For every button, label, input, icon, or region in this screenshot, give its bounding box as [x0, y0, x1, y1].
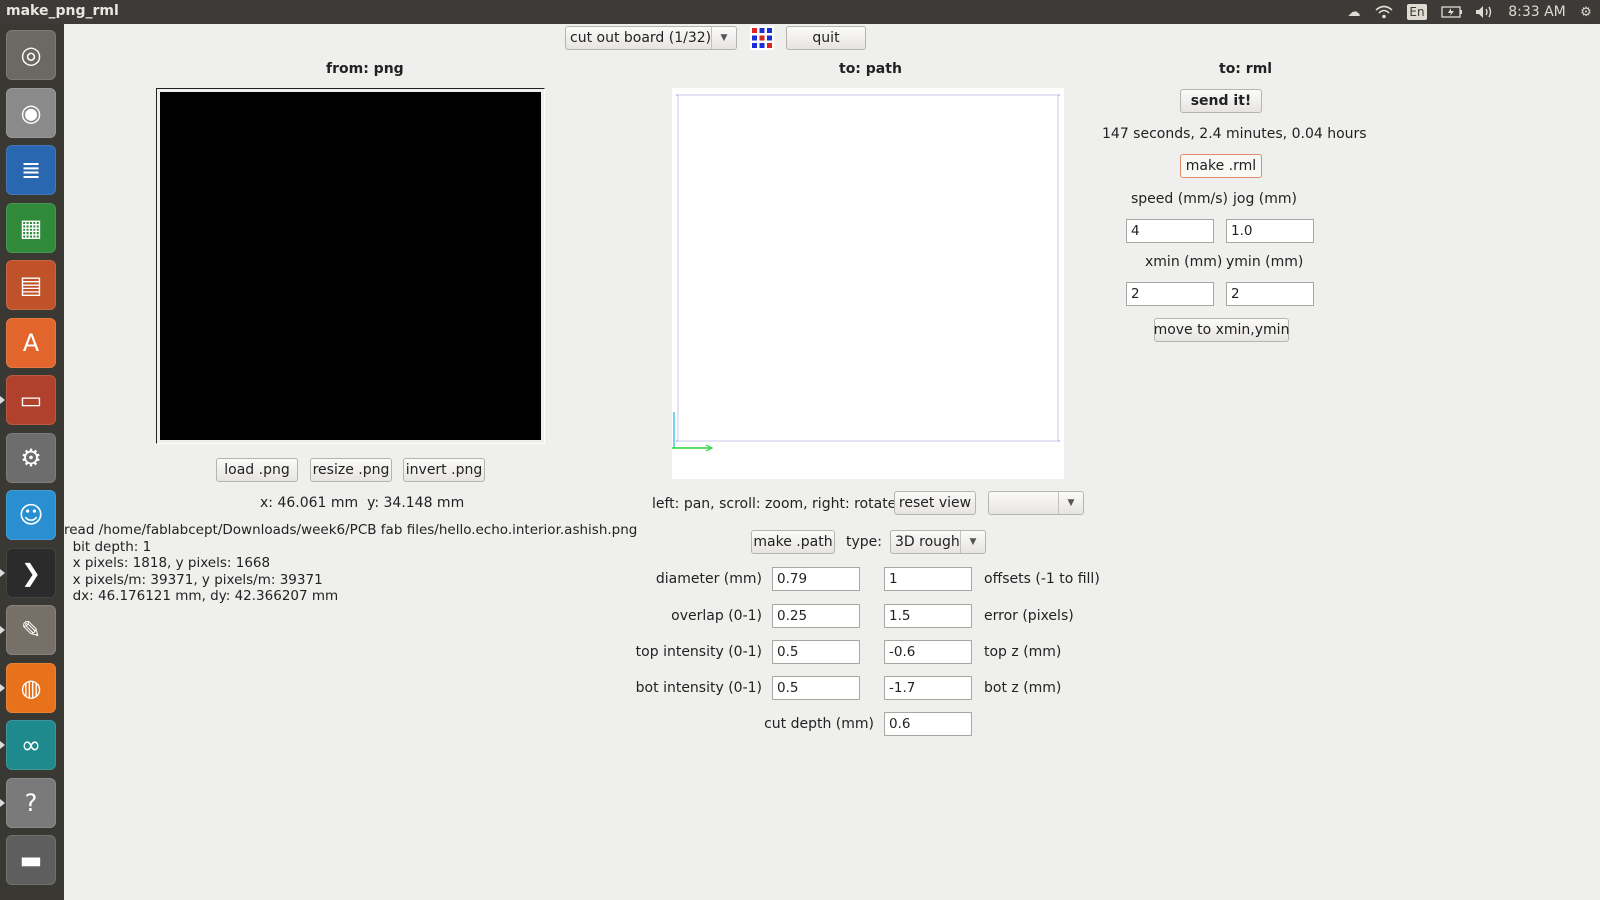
reset-view-button[interactable]: reset view: [894, 491, 976, 515]
speed-input[interactable]: 4: [1126, 219, 1214, 243]
arduino-icon[interactable]: ∞: [6, 720, 56, 770]
png-info-line: read /home/fablabcept/Downloads/week6/PC…: [64, 522, 638, 538]
bot-z-input[interactable]: -1.7: [884, 676, 972, 700]
chevron-down-icon: ▼: [711, 27, 736, 49]
launcher: ◎ ◉ ≣ ▦ ▤ A ▭ ⚙ ☺ ❯ ✎ ◍ ∞? ▬: [0, 24, 64, 900]
offsets-label: offsets (-1 to fill): [984, 571, 1100, 587]
wifi-icon[interactable]: [1374, 4, 1394, 20]
quit-button[interactable]: quit: [786, 26, 866, 50]
camera-icon[interactable]: ◉: [6, 87, 56, 138]
process-select-value: cut out board (1/32): [570, 30, 711, 46]
empathy-chat-icon[interactable]: ☺: [6, 490, 56, 540]
diameter-input[interactable]: 0.79: [772, 567, 860, 591]
calc-icon[interactable]: ▦: [6, 202, 56, 253]
software-center-icon[interactable]: A: [6, 317, 56, 368]
png-preview: [156, 88, 545, 444]
terminal-icon[interactable]: ❯: [6, 547, 56, 598]
bot-intensity-input[interactable]: 0.5: [772, 676, 860, 700]
firefox-icon[interactable]: ◍: [6, 662, 56, 713]
running-indicator: [0, 396, 5, 404]
top-panel: make_png_rml ☁ En 8:33 AM ⚙: [0, 0, 1600, 24]
png-info: read /home/fablabcept/Downloads/week6/PC…: [64, 522, 637, 605]
png-info-line: x pixels/m: 39371, y pixels/m: 39371: [64, 571, 323, 588]
cursor-coordinates: x: 46.061 mm y: 34.148 mm: [260, 495, 465, 511]
png-panel-header: from: png: [326, 61, 404, 77]
help-icon[interactable]: ?: [6, 777, 56, 828]
running-indicator: [0, 626, 5, 634]
jog-input[interactable]: 1.0: [1226, 219, 1314, 243]
chevron-down-icon: ▼: [960, 531, 985, 553]
system-settings-icon[interactable]: ⚙: [6, 432, 56, 483]
move-to-xmin-ymin-button[interactable]: move to xmin,ymin: [1154, 318, 1289, 342]
png-info-line: dx: 46.176121 mm, dy: 42.366207 mm: [64, 588, 339, 604]
ymin-input[interactable]: 2: [1226, 282, 1314, 306]
type-select-value: 3D rough: [895, 534, 960, 550]
bot-z-label: bot z (mm): [984, 680, 1062, 696]
overlap-label: overlap (0-1): [671, 608, 762, 624]
keyboard-layout-indicator[interactable]: En: [1407, 4, 1427, 20]
time-estimate: 147 seconds, 2.4 minutes, 0.04 hours: [1102, 126, 1367, 142]
diameter-label: diameter (mm): [655, 571, 762, 587]
file-cabinet-icon[interactable]: ▭: [6, 375, 56, 425]
cut-depth-label: cut depth (mm): [764, 716, 874, 732]
error-label: error (pixels): [984, 608, 1074, 624]
clock[interactable]: 8:33 AM: [1505, 4, 1569, 20]
impress-icon[interactable]: ▤: [6, 260, 56, 310]
make-path-button[interactable]: make .path: [751, 530, 835, 554]
speed-label: speed (mm/s): [1131, 191, 1228, 207]
resize-png-button[interactable]: resize .png: [310, 458, 392, 482]
running-indicator: [0, 798, 5, 807]
png-info-line: bit depth: 1: [64, 538, 152, 555]
fab-modules-logo-icon: [750, 26, 774, 50]
ubuntu-dash-icon[interactable]: ◎: [6, 30, 56, 80]
rml-panel-header: to: rml: [1219, 61, 1273, 77]
offsets-input[interactable]: 1: [884, 567, 972, 591]
invert-png-button[interactable]: invert .png: [403, 458, 485, 482]
dropbox-icon[interactable]: ☁: [1346, 4, 1362, 20]
overlap-input[interactable]: 0.25: [772, 604, 860, 628]
top-z-input[interactable]: -0.6: [884, 640, 972, 664]
error-input[interactable]: 1.5: [884, 604, 972, 628]
volume-icon[interactable]: [1473, 4, 1495, 20]
gimp-icon[interactable]: ✎: [6, 605, 56, 655]
session-gear-icon[interactable]: ⚙: [1578, 4, 1594, 20]
send-it-button[interactable]: send it!: [1180, 89, 1262, 113]
main-window: cut out board (1/32) ▼ quit from: png lo…: [64, 24, 1600, 900]
top-intensity-label: top intensity (0-1): [635, 644, 762, 660]
type-select[interactable]: 3D rough ▼: [890, 530, 986, 554]
png-info-line: x pixels: 1818, y pixels: 1668: [64, 555, 271, 571]
running-indicator: [0, 683, 5, 692]
xmin-input[interactable]: 2: [1126, 282, 1214, 306]
type-label: type:: [846, 534, 882, 550]
window-title: make_png_rml: [6, 3, 119, 19]
xmin-label: xmin (mm): [1145, 254, 1223, 270]
make-rml-button[interactable]: make .rml: [1180, 154, 1262, 178]
running-indicator: [0, 741, 5, 749]
cut-depth-input[interactable]: 0.6: [884, 712, 972, 736]
jog-label: jog (mm): [1233, 191, 1297, 207]
writer-icon[interactable]: ≣: [6, 145, 56, 195]
chevron-down-icon: ▼: [1058, 492, 1083, 514]
png-image: [160, 92, 541, 440]
view-select[interactable]: ▼: [988, 491, 1084, 515]
view-hint: left: pan, scroll: zoom, right: rotate: [652, 496, 897, 512]
top-z-label: top z (mm): [984, 644, 1062, 660]
ymin-label: ymin (mm): [1226, 254, 1304, 270]
top-intensity-input[interactable]: 0.5: [772, 640, 860, 664]
path-panel-header: to: path: [839, 61, 902, 77]
trash-icon[interactable]: ▬: [6, 835, 56, 885]
load-png-button[interactable]: load .png: [216, 458, 298, 482]
battery-icon[interactable]: [1440, 4, 1464, 20]
process-select[interactable]: cut out board (1/32) ▼: [565, 26, 737, 50]
bot-intensity-label: bot intensity (0-1): [635, 680, 762, 696]
path-view-canvas[interactable]: [672, 88, 1064, 479]
running-indicator: [0, 568, 5, 577]
